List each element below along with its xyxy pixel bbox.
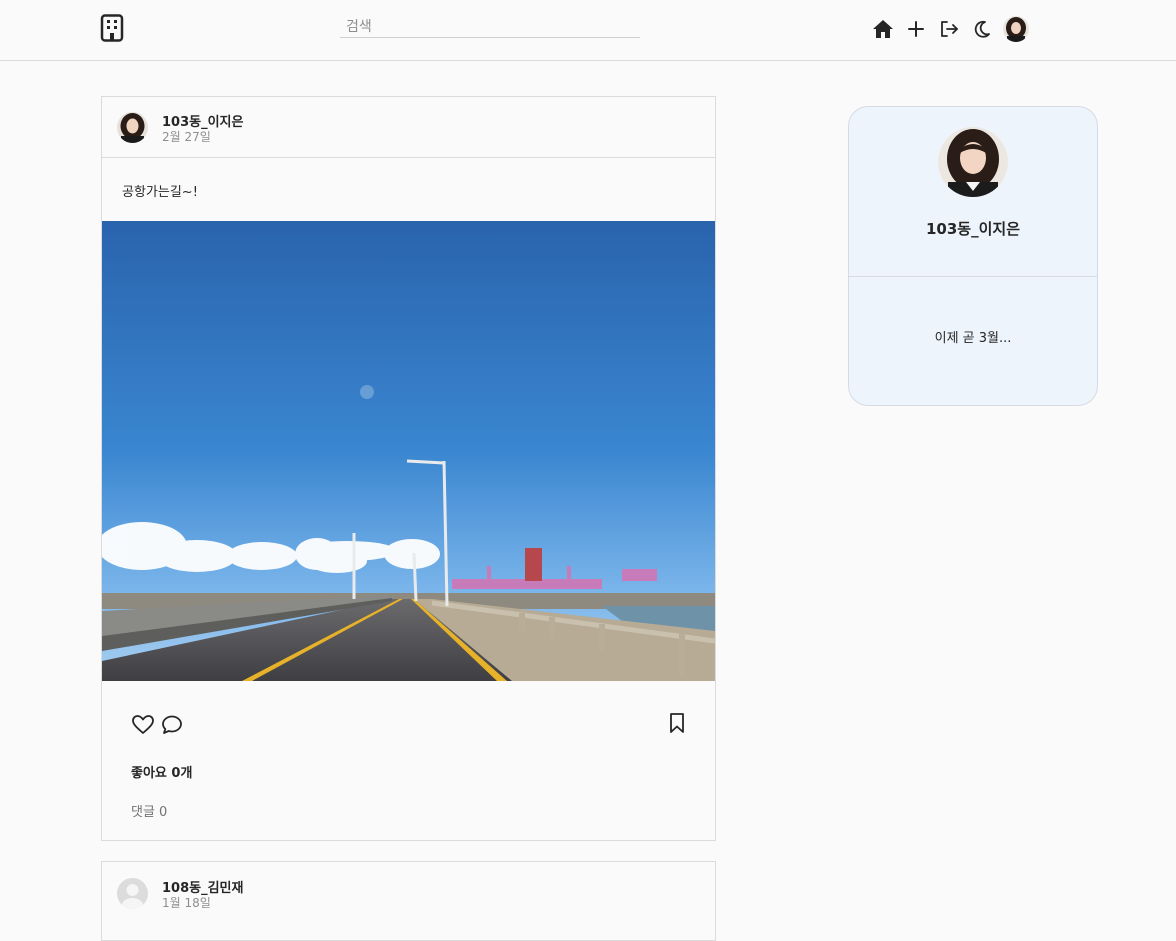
post-date: 1월 18일: [162, 896, 211, 910]
likes-count: 좋아요 0개: [131, 766, 193, 781]
search-input[interactable]: [340, 16, 640, 38]
post-image[interactable]: [102, 221, 715, 681]
profile-card: 103동_이지은 이제 곧 3월...: [848, 106, 1098, 406]
post-date: 2월 27일: [162, 130, 211, 144]
heart-icon[interactable]: [131, 713, 155, 737]
post-card: 108동_김민재 1월 18일: [101, 861, 716, 941]
post-caption: 공항가는길~!: [122, 185, 198, 200]
plus-icon[interactable]: [904, 17, 928, 41]
avatar[interactable]: [117, 112, 148, 143]
profile-bio: 이제 곧 3월...: [934, 331, 1012, 346]
avatar[interactable]: [117, 878, 148, 909]
post-card: 103동_이지은 2월 27일 공항가는길~! 좋아요 0개 댓글 0: [101, 96, 716, 841]
nav-icons: [871, 16, 1029, 42]
avatar[interactable]: [1003, 16, 1029, 42]
profile-username[interactable]: 103동_이지은: [849, 218, 1097, 239]
moon-icon[interactable]: [970, 17, 994, 41]
home-icon[interactable]: [871, 17, 895, 41]
building-icon[interactable]: [100, 14, 124, 42]
divider: [849, 276, 1097, 277]
avatar[interactable]: [938, 127, 1008, 197]
post-header: 103동_이지은 2월 27일: [102, 97, 715, 158]
comment-icon[interactable]: [160, 713, 184, 737]
top-header: [0, 0, 1176, 61]
logout-icon[interactable]: [937, 17, 961, 41]
comments-link[interactable]: 댓글 0: [131, 801, 167, 820]
bookmark-icon[interactable]: [665, 711, 689, 735]
